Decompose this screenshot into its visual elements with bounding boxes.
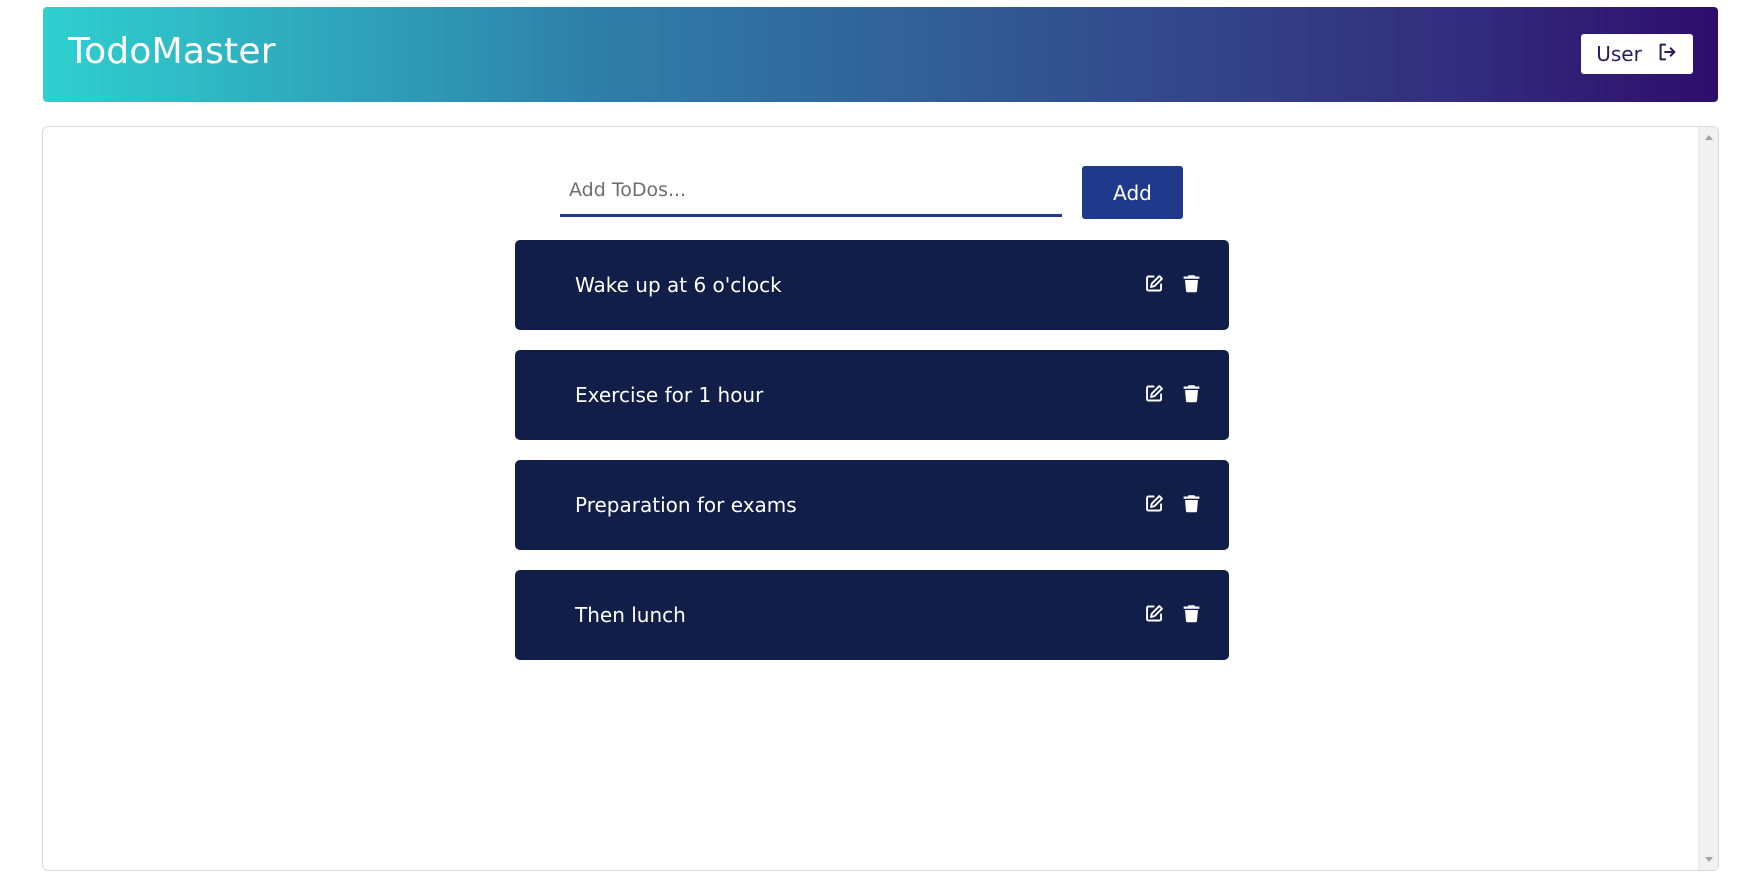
logout-icon (1656, 41, 1678, 68)
vertical-scrollbar[interactable] (1698, 127, 1718, 870)
scroll-up-arrow-icon[interactable] (1705, 135, 1713, 140)
todo-item: Wake up at 6 o'clock (515, 240, 1229, 330)
add-todo-input[interactable] (560, 165, 1062, 217)
todo-text: Wake up at 6 o'clock (575, 273, 782, 297)
edit-icon[interactable] (1144, 383, 1165, 404)
trash-icon[interactable] (1181, 493, 1202, 514)
user-logout-button[interactable]: User (1581, 34, 1693, 74)
todo-list: Wake up at 6 o'clock Exercise for 1 hour… (515, 240, 1229, 680)
add-todo-button[interactable]: Add (1082, 166, 1183, 219)
app-header: TodoMaster User (43, 7, 1718, 102)
scroll-down-arrow-icon[interactable] (1705, 857, 1713, 862)
trash-icon[interactable] (1181, 273, 1202, 294)
todo-actions (1144, 273, 1202, 294)
todo-panel: Add Wake up at 6 o'clock (42, 126, 1719, 871)
edit-icon[interactable] (1144, 603, 1165, 624)
todo-text: Preparation for exams (575, 493, 797, 517)
todo-text: Exercise for 1 hour (575, 383, 764, 407)
trash-icon[interactable] (1181, 603, 1202, 624)
todo-text: Then lunch (575, 603, 686, 627)
user-label: User (1596, 42, 1642, 66)
edit-icon[interactable] (1144, 493, 1165, 514)
todo-item: Exercise for 1 hour (515, 350, 1229, 440)
todo-actions (1144, 603, 1202, 624)
todo-actions (1144, 493, 1202, 514)
todo-item: Preparation for exams (515, 460, 1229, 550)
trash-icon[interactable] (1181, 383, 1202, 404)
todo-actions (1144, 383, 1202, 404)
todo-item: Then lunch (515, 570, 1229, 660)
edit-icon[interactable] (1144, 273, 1165, 294)
app-title: TodoMaster (68, 31, 276, 72)
